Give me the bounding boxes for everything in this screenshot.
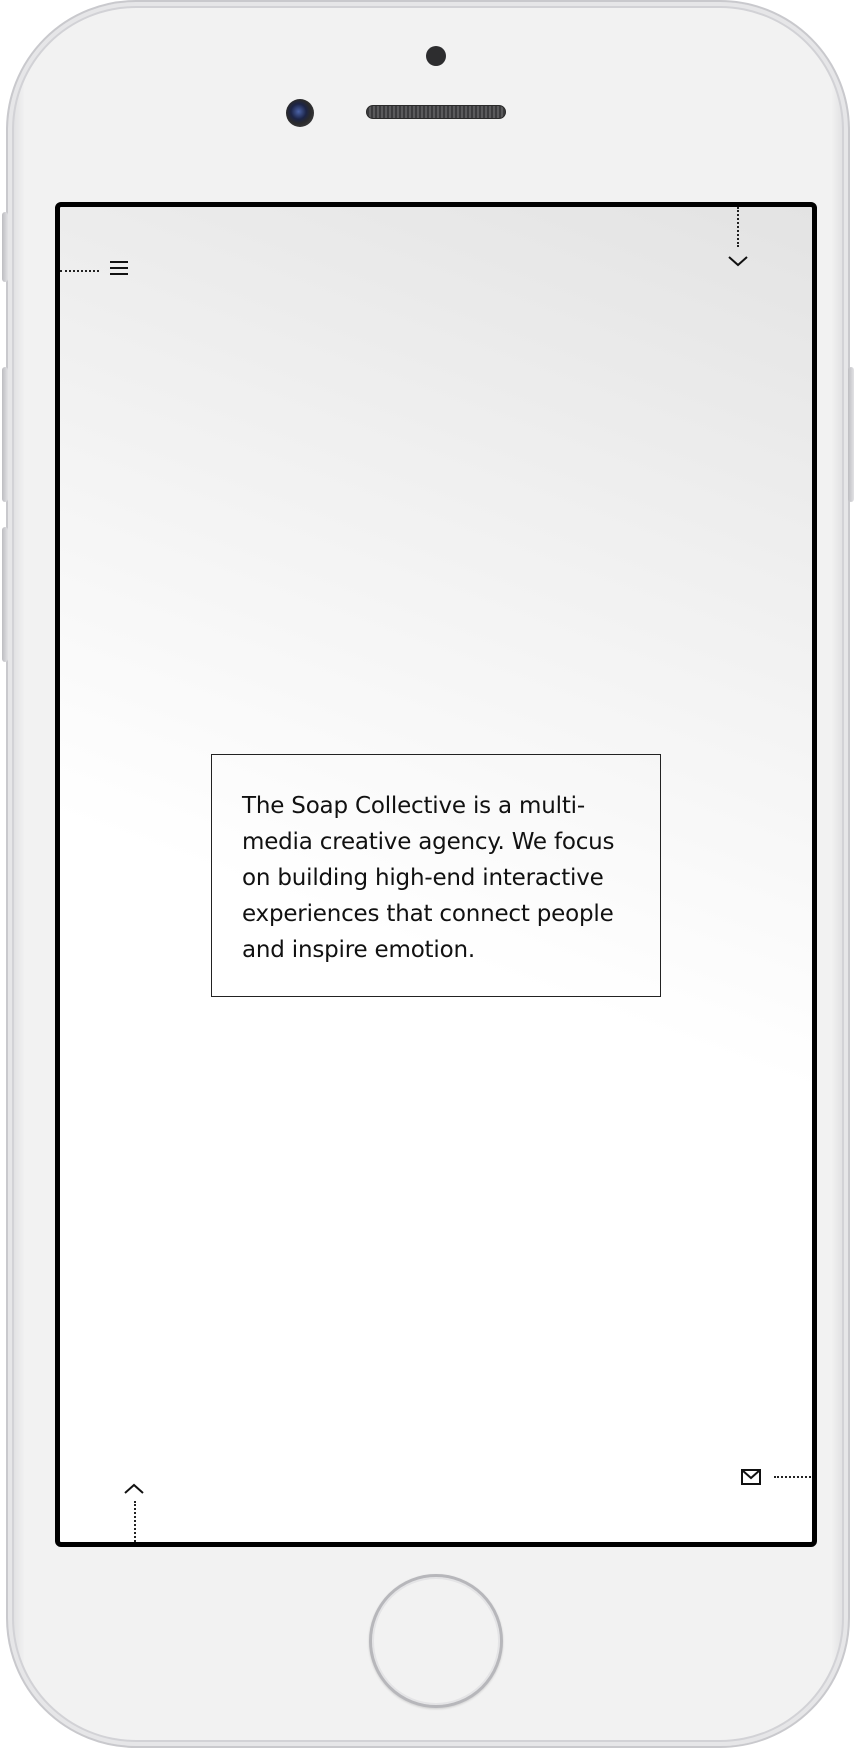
mail-icon[interactable] <box>741 1469 761 1485</box>
power-button <box>848 367 854 502</box>
scroll-down-dotted-line <box>737 207 739 247</box>
about-card: The Soap Collective is a multi-media cre… <box>211 754 661 997</box>
front-camera <box>286 99 314 127</box>
earpiece-speaker <box>366 105 506 119</box>
phone-screen: The Soap Collective is a multi-media cre… <box>55 202 817 1547</box>
chevron-up-icon[interactable] <box>124 1483 144 1495</box>
mute-switch <box>2 212 8 282</box>
hamburger-menu-icon[interactable] <box>110 260 128 276</box>
scroll-up-dotted-line <box>134 1501 136 1542</box>
menu-dotted-line <box>60 270 99 272</box>
about-text: The Soap Collective is a multi-media cre… <box>242 793 615 963</box>
chevron-down-icon[interactable] <box>728 255 748 267</box>
home-button[interactable] <box>369 1574 503 1708</box>
volume-up-button <box>2 367 8 502</box>
phone-frame: The Soap Collective is a multi-media cre… <box>2 0 854 1748</box>
volume-down-button <box>2 527 8 662</box>
contact-dotted-line <box>774 1476 812 1478</box>
proximity-sensor <box>426 46 446 66</box>
